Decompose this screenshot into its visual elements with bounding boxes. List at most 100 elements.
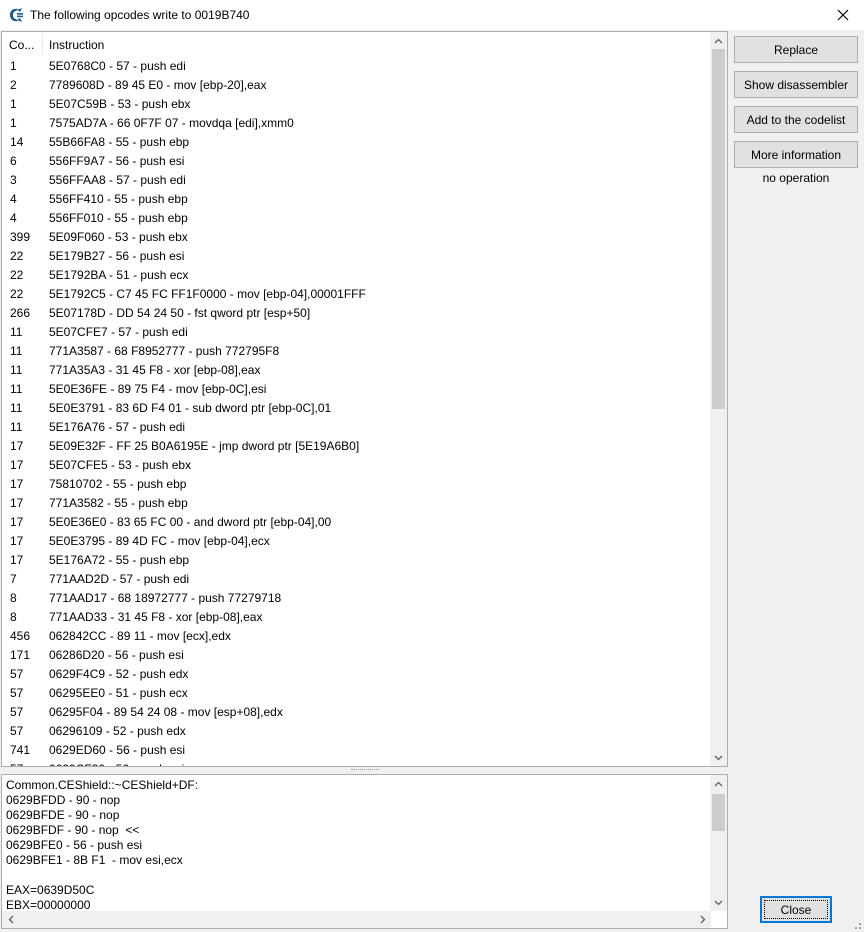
scroll-thumb[interactable] [712, 794, 725, 831]
table-row[interactable]: 17 75810702 - 55 - push ebp [2, 474, 711, 493]
table-row[interactable]: 3 556FFAA8 - 57 - push edi [2, 170, 711, 189]
row-instruction: 7789608D - 89 45 E0 - mov [ebp-20],eax [49, 78, 267, 92]
column-divider[interactable] [42, 34, 43, 54]
table-row[interactable]: 6 556FF9A7 - 56 - push esi [2, 151, 711, 170]
row-count: 57 [10, 686, 24, 700]
row-count: 17 [10, 439, 24, 453]
focus-ring [764, 900, 828, 919]
scroll-down-icon[interactable] [710, 749, 727, 766]
column-header-instruction[interactable]: Instruction [49, 38, 104, 52]
row-count: 456 [10, 629, 31, 643]
panel-splitter[interactable] [1, 767, 728, 774]
table-row[interactable]: 22 5E1792BA - 51 - push ecx [2, 265, 711, 284]
row-instruction: 771AAD17 - 68 18972777 - push 77279718 [49, 591, 282, 605]
splitter-grip-icon[interactable] [351, 769, 379, 772]
row-instruction: 062842CC - 89 11 - mov [ecx],edx [49, 629, 231, 643]
table-row[interactable]: 11 5E07CFE7 - 57 - push edi [2, 322, 711, 341]
table-row[interactable]: 570629CF30 - 56 - push esi [2, 759, 711, 766]
scroll-thumb[interactable] [712, 49, 725, 409]
table-row[interactable]: 17 5E0E36E0 - 83 65 FC 00 - and dword ptr… [2, 512, 711, 531]
table-row[interactable]: 4 556FF410 - 55 - push ebp [2, 189, 711, 208]
table-row[interactable]: 8 771AAD17 - 68 18972777 - push 77279718 [2, 588, 711, 607]
row-instruction: 556FF9A7 - 56 - push esi [49, 154, 185, 168]
row-instruction: 5E0768C0 - 57 - push edi [49, 59, 186, 73]
resize-grip-icon[interactable] [850, 918, 862, 930]
table-row[interactable]: 11 5E176A76 - 57 - push edi [2, 417, 711, 436]
list-vertical-scrollbar[interactable] [710, 32, 727, 766]
scroll-left-icon[interactable] [2, 911, 19, 928]
row-instruction: 5E1792C5 - C7 45 FC FF1F0000 - mov [ebp-… [49, 287, 366, 301]
table-row[interactable]: 1 5E07C59B - 53 - push ebx [2, 94, 711, 113]
row-count: 22 [10, 268, 24, 282]
table-row[interactable]: 4 556FF010 - 55 - push ebp [2, 208, 711, 227]
table-row[interactable]: 1 7575AD7A - 66 0F7F 07 - movdqa [edi],xm… [2, 113, 711, 132]
table-row[interactable]: 8 771AAD33 - 31 45 F8 - xor [ebp-08],eax [2, 607, 711, 626]
disassembly-lines: Common.CEShield::~CEShield+DF: 0629BFDD -… [6, 778, 706, 913]
table-row[interactable]: 57 06296109 - 52 - push edx [2, 721, 711, 740]
show-disassembler-button[interactable]: Show disassembler [734, 71, 858, 98]
row-count: 17 [10, 534, 24, 548]
row-instruction: 0629F4C9 - 52 - push edx [49, 667, 189, 681]
scroll-down-icon[interactable] [710, 894, 727, 911]
row-count: 11 [10, 363, 23, 377]
row-count: 17 [10, 553, 24, 567]
row-count: 4 [10, 211, 17, 225]
table-row[interactable]: 171 06286D20 - 56 - push esi [2, 645, 711, 664]
scroll-up-icon[interactable] [710, 775, 727, 792]
table-row[interactable]: 7 771AAD2D - 57 - push edi [2, 569, 711, 588]
row-instruction: 06286D20 - 56 - push esi [49, 648, 184, 662]
table-row[interactable]: 22 5E1792C5 - C7 45 FC FF1F0000 - mov [eb… [2, 284, 711, 303]
disassembly-line: 0629BFDF - 90 - nop << [6, 823, 140, 837]
table-row[interactable]: 2 7789608D - 89 45 E0 - mov [ebp-20],eax [2, 75, 711, 94]
table-row[interactable]: 17 771A3582 - 55 - push ebp [2, 493, 711, 512]
row-count: 3 [10, 173, 17, 187]
close-icon[interactable] [830, 3, 856, 27]
opcode-rows: 1 5E0768C0 - 57 - push edi 2 7789608D - 89 … [2, 56, 711, 766]
row-instruction: 5E09F060 - 53 - push ebx [49, 230, 188, 244]
cheat-engine-icon [7, 6, 25, 24]
replace-button[interactable]: Replace [734, 36, 858, 63]
table-row[interactable]: 399 5E09F060 - 53 - push ebx [2, 227, 711, 246]
table-row[interactable]: 57 06295F04 - 89 54 24 08 - mov [esp+08],… [2, 702, 711, 721]
table-row[interactable]: 22 5E179B27 - 56 - push esi [2, 246, 711, 265]
row-instruction: 5E07178D - DD 54 24 50 - fst qword ptr [… [49, 306, 311, 320]
row-count: 11 [10, 344, 23, 358]
close-button[interactable]: Close [760, 896, 832, 923]
add-to-codelist-button[interactable]: Add to the codelist [734, 106, 858, 133]
row-count: 17 [10, 477, 24, 491]
disassembly-line [6, 868, 706, 883]
table-row[interactable]: 57 0629F4C9 - 52 - push edx [2, 664, 711, 683]
row-count: 17 [10, 515, 24, 529]
row-instruction: 5E0E3791 - 83 6D F4 01 - sub dword ptr [… [49, 401, 332, 415]
row-instruction: 5E07CFE7 - 57 - push edi [49, 325, 188, 339]
disassembly-info-panel[interactable]: Common.CEShield::~CEShield+DF: 0629BFDD -… [1, 774, 728, 929]
table-row[interactable]: 11 5E0E36FE - 89 75 F4 - mov [ebp-0C],esi [2, 379, 711, 398]
row-count: 6 [10, 154, 17, 168]
info-horizontal-scrollbar[interactable] [2, 911, 711, 928]
row-count: 57 [10, 705, 24, 719]
table-row[interactable]: 266 5E07178D - DD 54 24 50 - fst qword pt… [2, 303, 711, 322]
row-count: 14 [10, 135, 24, 149]
table-row[interactable]: 17 5E176A72 - 55 - push ebp [2, 550, 711, 569]
table-row[interactable]: 11 5E0E3791 - 83 6D F4 01 - sub dword ptr… [2, 398, 711, 417]
more-information-button[interactable]: More information [734, 141, 858, 168]
scroll-up-icon[interactable] [710, 32, 727, 49]
scroll-right-icon[interactable] [694, 911, 711, 928]
table-row[interactable]: 456 062842CC - 89 11 - mov [ecx],edx [2, 626, 711, 645]
table-row[interactable]: 11 771A35A3 - 31 45 F8 - xor [ebp-08],eax [2, 360, 711, 379]
table-row[interactable]: 57 06295EE0 - 51 - push ecx [2, 683, 711, 702]
table-row[interactable]: 17 5E07CFE5 - 53 - push ebx [2, 455, 711, 474]
table-row[interactable]: 1 5E0768C0 - 57 - push edi [2, 56, 711, 75]
column-header-count[interactable]: Co... [9, 38, 34, 52]
table-row[interactable]: 17 5E09E32F - FF 25 B0A6195E - jmp dword … [2, 436, 711, 455]
row-count: 266 [10, 306, 31, 320]
row-instruction: 5E179B27 - 56 - push esi [49, 249, 185, 263]
row-instruction: 06295F04 - 89 54 24 08 - mov [esp+08],ed… [49, 705, 283, 719]
table-row[interactable]: 17 5E0E3795 - 89 4D FC - mov [ebp-04],ecx [2, 531, 711, 550]
table-row[interactable]: 741 0629ED60 - 56 - push esi [2, 740, 711, 759]
info-vertical-scrollbar[interactable] [710, 775, 727, 911]
table-row[interactable]: 14 55B66FA8 - 55 - push ebp [2, 132, 711, 151]
opcode-list[interactable]: Co... Instruction 1 5E0768C0 - 57 - push … [1, 31, 728, 767]
table-row[interactable]: 11 771A3587 - 68 F8952777 - push 772795F8 [2, 341, 711, 360]
row-count: 1 [10, 59, 17, 73]
